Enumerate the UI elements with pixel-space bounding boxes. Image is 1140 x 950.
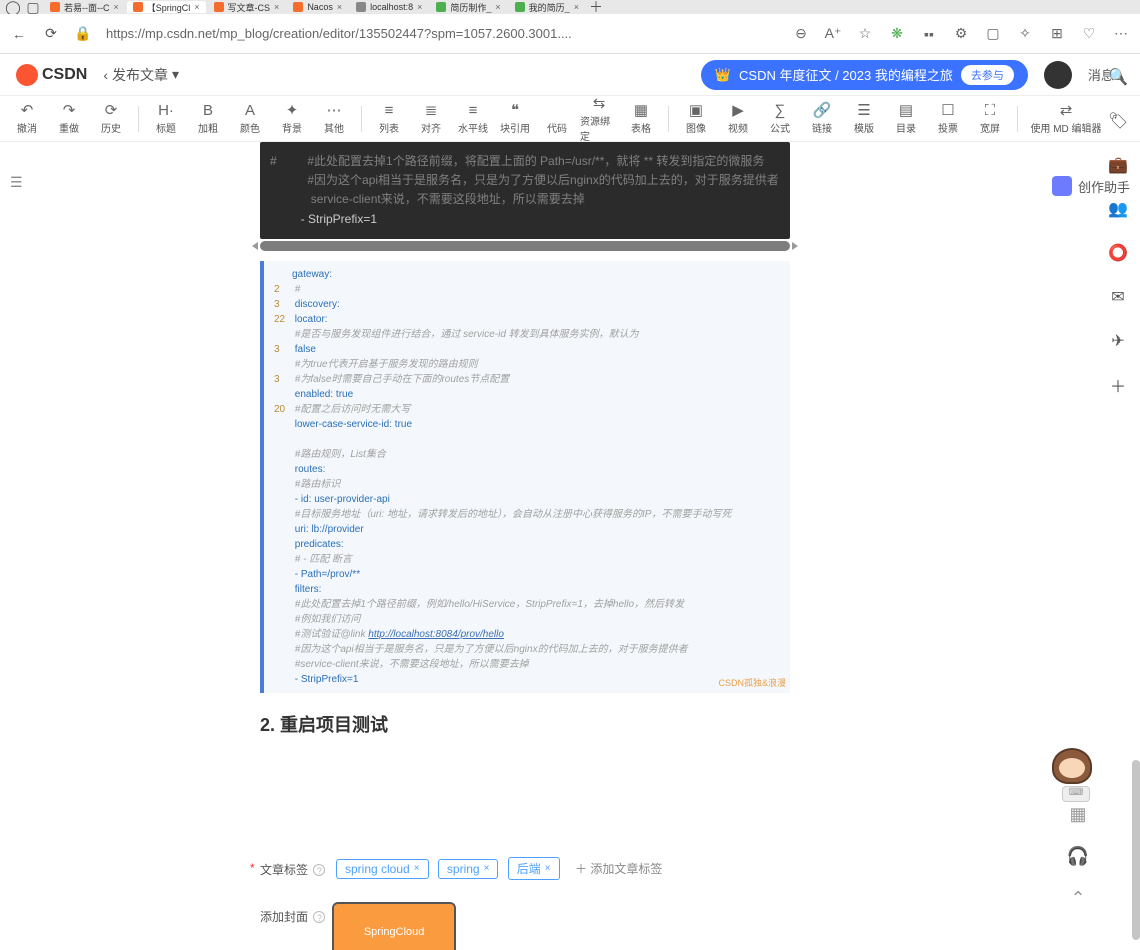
tab-4[interactable]: localhost:8×	[350, 1, 428, 13]
ext3-icon[interactable]: ⚙	[952, 25, 970, 43]
star-icon[interactable]: ☆	[856, 25, 874, 43]
editor-content[interactable]: # #此处配置去掉1个路径前缀，将配置上面的 Path=/usr/**，就将 *…	[0, 142, 1050, 950]
rail-icon[interactable]: 🔍	[1107, 66, 1129, 88]
tab-1[interactable]: 【SpringCl×	[127, 1, 206, 13]
address-bar: ← ⟳ 🔒 https://mp.csdn.net/mp_blog/creati…	[0, 14, 1140, 54]
close-icon[interactable]: ×	[274, 2, 279, 12]
toolbar-图像[interactable]: ▣图像	[677, 102, 715, 135]
help-icon[interactable]: ?	[313, 911, 325, 923]
top-icon[interactable]: ⌃	[1066, 886, 1090, 910]
toolbar-代码[interactable]: 代码	[538, 102, 576, 135]
avatar[interactable]	[1044, 61, 1072, 89]
close-icon[interactable]: ×	[417, 2, 422, 12]
close-icon[interactable]: ×	[114, 2, 119, 12]
banner[interactable]: 👑 CSDN 年度征文 / 2023 我的编程之旅去参与	[701, 60, 1028, 90]
rail-icon[interactable]: ＋	[1107, 374, 1129, 396]
profile-icon[interactable]: ◯	[4, 0, 22, 14]
toolbar-投票[interactable]: ☐投票	[929, 102, 967, 135]
csdn-header: CSDN ‹ 发布文章 ▾ 👑 CSDN 年度征文 / 2023 我的编程之旅去…	[0, 54, 1140, 96]
back-icon[interactable]: ←	[10, 25, 28, 43]
close-icon[interactable]: ×	[337, 2, 342, 12]
toolbar-撤消[interactable]: ↶撤消	[8, 102, 46, 135]
tabs-icon[interactable]: ▢	[24, 0, 42, 14]
logo[interactable]: CSDN	[16, 64, 87, 86]
add-tag[interactable]: ＋ 添加文章标签	[575, 862, 662, 876]
tab-0[interactable]: 若易--面--C×	[44, 1, 125, 13]
publish-dropdown[interactable]: ‹ 发布文章 ▾	[103, 65, 179, 85]
toolbar-对齐[interactable]: ≣对齐	[412, 102, 450, 135]
toolbar-加粗[interactable]: B加粗	[189, 102, 227, 135]
toolbar-其他[interactable]: ⋯其他	[315, 102, 353, 135]
heart-icon[interactable]: ♡	[1080, 25, 1098, 43]
toolbar-颜色[interactable]: A颜色	[231, 102, 269, 135]
toolbar-公式[interactable]: ∑公式	[761, 102, 799, 135]
helper-mascot[interactable]: ⌨	[1052, 748, 1100, 796]
toolbar-块引用[interactable]: ❝块引用	[496, 102, 534, 135]
tab-6[interactable]: 我的简历_×	[509, 1, 585, 13]
toolbar-宽屏[interactable]: ⛶宽屏	[971, 102, 1009, 135]
tab-3[interactable]: Nacos×	[287, 1, 348, 13]
close-icon[interactable]: ×	[574, 2, 579, 12]
browser-tabbar: ◯ ▢ 若易--面--C× 【SpringCl× 写文章-CS× Nacos× …	[0, 0, 1140, 14]
tag-item[interactable]: spring cloud×	[336, 859, 429, 879]
toolbar-历史[interactable]: ⟳历史	[92, 102, 130, 135]
lock-icon: 🔒	[74, 25, 92, 43]
zoom-icon[interactable]: ⊖	[792, 25, 810, 43]
tab-2[interactable]: 写文章-CS×	[208, 1, 286, 13]
toolbar-表格[interactable]: ▦表格	[622, 102, 660, 135]
toolbar-水平线[interactable]: ≡水平线	[454, 102, 492, 135]
qr-icon[interactable]: ▦	[1066, 802, 1090, 826]
yaml-image-block[interactable]: gateway:2 #3 discovery:22 locator: #是否与服…	[260, 261, 790, 693]
rail-icon[interactable]: ✈	[1107, 330, 1129, 352]
tags-label: 文章标签 ?	[260, 857, 336, 878]
ext1-icon[interactable]: ❋	[888, 25, 906, 43]
remove-icon[interactable]: ×	[484, 863, 490, 874]
rail-icon[interactable]: ⭕	[1107, 242, 1129, 264]
url-field[interactable]: https://mp.csdn.net/mp_blog/creation/edi…	[106, 26, 778, 41]
newtab-icon[interactable]: ＋	[587, 0, 605, 14]
rail-icon[interactable]: 🏷	[1107, 110, 1129, 132]
toolbar-重做[interactable]: ↷重做	[50, 102, 88, 135]
page-scrollbar[interactable]	[1132, 760, 1140, 940]
toolbar-链接[interactable]: 🔗链接	[803, 102, 841, 135]
more-icon[interactable]: ⋯	[1112, 25, 1130, 43]
float-panel: ▦ 🎧 ⌃	[1066, 802, 1090, 910]
toolbar-使用 MD 编辑器[interactable]: ⇄使用 MD 编辑器	[1026, 102, 1106, 135]
rail-icon[interactable]: ✉	[1107, 286, 1129, 308]
banner-button[interactable]: 去参与	[961, 65, 1014, 85]
bot-icon	[1052, 176, 1072, 196]
toolbar-资源绑定[interactable]: ⇆资源绑定	[580, 96, 618, 142]
toolbar-目录[interactable]: ▤目录	[887, 102, 925, 135]
remove-icon[interactable]: ×	[414, 863, 420, 874]
remove-icon[interactable]: ×	[545, 863, 551, 874]
editor-toolbar: ↶撤消↷重做⟳历史 H·标题B加粗A颜色✦背景⋯其他 ≡列表≣对齐≡水平线❝块引用代…	[0, 96, 1140, 142]
rail-icon[interactable]: 👥	[1107, 198, 1129, 220]
tag-item[interactable]: spring×	[438, 859, 499, 879]
read-icon[interactable]: A⁺	[824, 25, 842, 43]
toolbar-视频[interactable]: ▶视频	[719, 102, 757, 135]
collections-icon[interactable]: ▢	[984, 25, 1002, 43]
toolbar-背景[interactable]: ✦背景	[273, 102, 311, 135]
toolbar-模版[interactable]: ☰模版	[845, 102, 883, 135]
rail-icon[interactable]: 💼	[1107, 154, 1129, 176]
close-icon[interactable]: ×	[495, 2, 500, 12]
toolbar-列表[interactable]: ≡列表	[370, 102, 408, 135]
help-icon[interactable]: ?	[313, 864, 325, 876]
cover-thumb[interactable]: SpringCloud	[334, 904, 454, 950]
tag-item[interactable]: 后端×	[508, 857, 560, 880]
headset-icon[interactable]: 🎧	[1066, 844, 1090, 868]
favorites-icon[interactable]: ✧	[1016, 25, 1034, 43]
code-block[interactable]: # #此处配置去掉1个路径前缀，将配置上面的 Path=/usr/**，就将 *…	[260, 142, 790, 239]
code-scrollbar[interactable]	[260, 241, 790, 251]
tab-5[interactable]: 简历制作_×	[430, 1, 506, 13]
close-icon[interactable]: ×	[194, 2, 199, 12]
cover-label: 添加封面 ?	[260, 904, 334, 925]
ext2-icon[interactable]: ▪▪	[920, 25, 938, 43]
heading-restart: 2. 重启项目测试	[260, 711, 790, 737]
apps-icon[interactable]: ⊞	[1048, 25, 1066, 43]
toolbar-标题[interactable]: H·标题	[147, 102, 185, 135]
refresh-icon[interactable]: ⟳	[42, 25, 60, 43]
